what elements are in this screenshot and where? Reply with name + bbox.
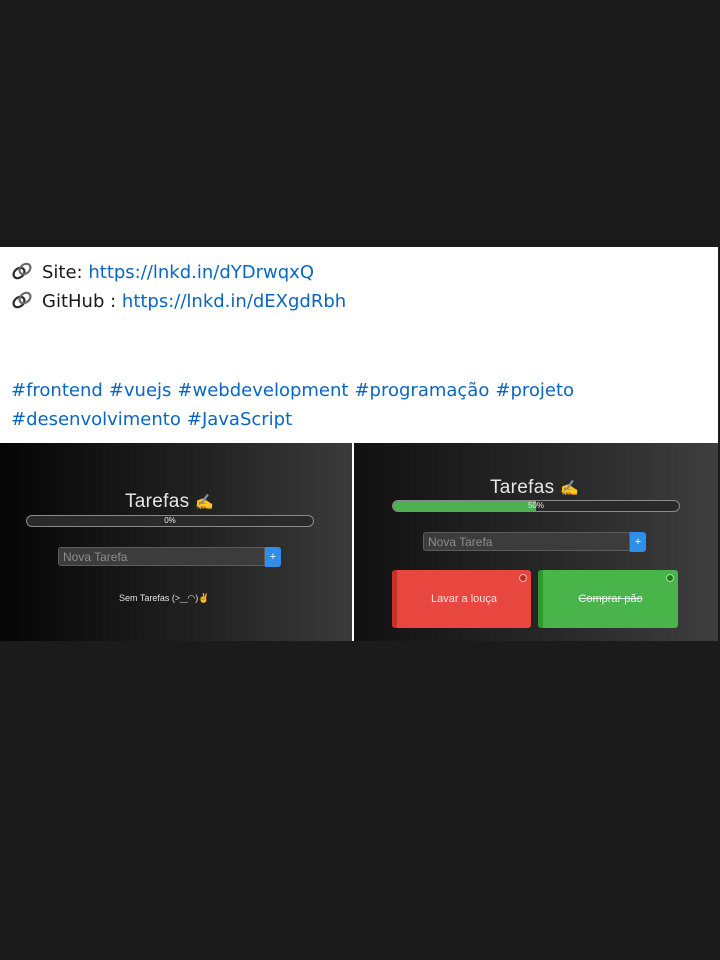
hashtag-list: #frontend #vuejs #webdevelopment #programaç… xyxy=(11,376,711,434)
task-card[interactable]: Lavar a louça xyxy=(392,570,531,628)
new-task-input[interactable] xyxy=(59,548,264,566)
new-task-input[interactable] xyxy=(424,533,629,551)
site-line: Site: https://lnkd.in/dYDrwqxQ xyxy=(11,261,314,283)
github-link[interactable]: https://lnkd.in/dEXgdRbh xyxy=(122,291,346,312)
hashtag-link[interactable]: #JavaScript xyxy=(187,409,292,430)
writing-hand-icon: ✍ xyxy=(560,480,580,497)
github-line: GitHub : https://lnkd.in/dEXgdRbh xyxy=(11,290,346,312)
paperclip-link-icon xyxy=(12,291,32,309)
post-text: Site: https://lnkd.in/dYDrwqxQ GitHub : … xyxy=(0,247,718,443)
progress-label: 0% xyxy=(164,516,176,525)
delete-task-icon[interactable] xyxy=(519,574,527,582)
new-task-input-wrapper xyxy=(423,532,630,551)
site-label: Site: xyxy=(42,262,83,283)
hashtag-link[interactable]: #webdevelopment xyxy=(177,380,348,401)
delete-task-icon[interactable] xyxy=(666,574,674,582)
new-task-input-wrapper xyxy=(58,547,265,566)
empty-tasks-message: Sem Tarefas (>‿◠)✌ xyxy=(119,593,210,603)
add-task-button[interactable]: + xyxy=(265,547,281,567)
app-title: Tarefas ✍ xyxy=(490,477,579,499)
task-label: Comprar pão xyxy=(578,593,643,605)
site-link[interactable]: https://lnkd.in/dYDrwqxQ xyxy=(88,262,314,283)
progress-bar: 50% xyxy=(392,500,680,512)
app-screenshot-empty: Tarefas ✍ 0% + Sem Tarefas (>‿◠)✌ xyxy=(0,443,352,641)
post-card: Site: https://lnkd.in/dYDrwqxQ GitHub : … xyxy=(0,247,720,641)
app-title-text: Tarefas xyxy=(125,491,190,512)
app-title: Tarefas ✍ xyxy=(125,491,214,513)
paperclip-link-icon xyxy=(12,262,32,280)
app-screenshot-filled: Tarefas ✍ 50% + Lavar a louça Comprar pão xyxy=(354,443,718,641)
hashtag-link[interactable]: #projeto xyxy=(495,380,574,401)
hashtag-link[interactable]: #desenvolvimento xyxy=(11,409,181,430)
github-label: GitHub : xyxy=(42,291,117,312)
progress-bar: 0% xyxy=(26,515,314,527)
hashtag-link[interactable]: #vuejs xyxy=(109,380,172,401)
hashtag-link[interactable]: #programação xyxy=(354,380,489,401)
app-title-text: Tarefas xyxy=(490,477,555,498)
add-task-button[interactable]: + xyxy=(630,532,646,552)
task-label: Lavar a louça xyxy=(430,593,498,605)
writing-hand-icon: ✍ xyxy=(195,494,215,511)
hashtag-link[interactable]: #frontend xyxy=(11,380,103,401)
task-card[interactable]: Comprar pão xyxy=(538,570,678,628)
progress-label: 50% xyxy=(527,501,544,510)
